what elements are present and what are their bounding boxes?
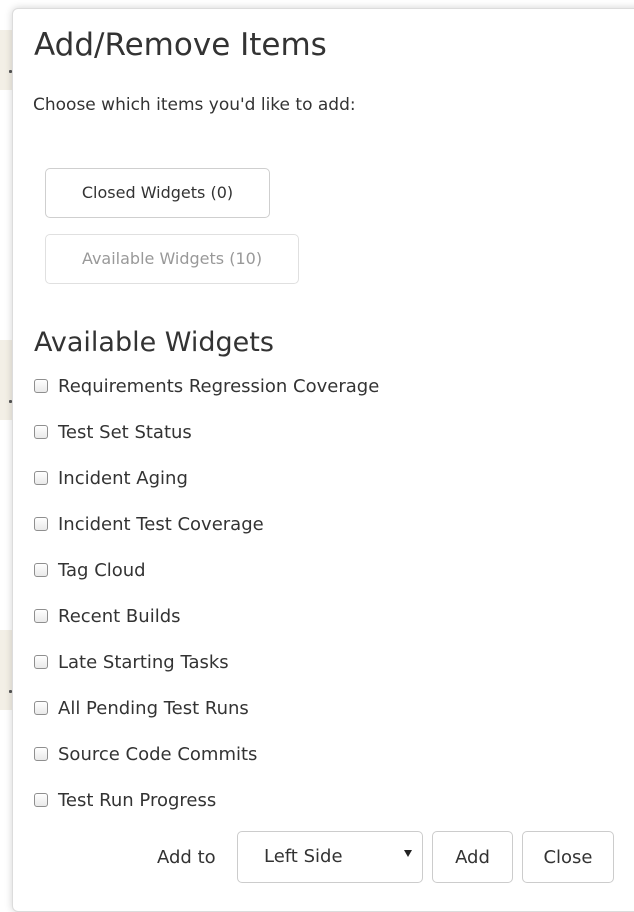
widget-label[interactable]: Incident Test Coverage bbox=[58, 514, 264, 535]
widget-item[interactable]: Requirements Regression Coverage bbox=[34, 373, 379, 399]
background-panel bbox=[0, 340, 12, 420]
widget-item[interactable]: Tag Cloud bbox=[34, 557, 146, 583]
widget-checkbox[interactable] bbox=[34, 425, 48, 439]
background-panel bbox=[0, 30, 12, 90]
add-position-select[interactable]: Left Side bbox=[237, 831, 423, 883]
caret-down-icon bbox=[404, 850, 412, 857]
widget-item[interactable]: Test Set Status bbox=[34, 419, 192, 445]
widget-checkbox[interactable] bbox=[34, 471, 48, 485]
add-to-label: Add to bbox=[157, 847, 216, 868]
widget-label[interactable]: Recent Builds bbox=[58, 606, 181, 627]
available-widgets-heading: Available Widgets bbox=[34, 327, 274, 358]
widget-item[interactable]: Incident Test Coverage bbox=[34, 511, 264, 537]
dialog-title: Add/Remove Items bbox=[34, 27, 327, 63]
widget-item[interactable]: Test Run Progress bbox=[34, 787, 216, 813]
widget-label[interactable]: All Pending Test Runs bbox=[58, 698, 249, 719]
closed-widgets-button[interactable]: Closed Widgets (0) bbox=[45, 168, 270, 218]
widget-item[interactable]: Incident Aging bbox=[34, 465, 188, 491]
widget-checkbox[interactable] bbox=[34, 747, 48, 761]
widget-checkbox[interactable] bbox=[34, 517, 48, 531]
widget-checkbox[interactable] bbox=[34, 793, 48, 807]
widget-checkbox[interactable] bbox=[34, 563, 48, 577]
add-position-value: Left Side bbox=[264, 846, 343, 867]
close-button[interactable]: Close bbox=[522, 831, 614, 883]
widget-item[interactable]: Source Code Commits bbox=[34, 741, 257, 767]
widget-label[interactable]: Requirements Regression Coverage bbox=[58, 376, 379, 397]
background-panel bbox=[0, 630, 12, 710]
available-widgets-button[interactable]: Available Widgets (10) bbox=[45, 234, 299, 284]
widget-label[interactable]: Late Starting Tasks bbox=[58, 652, 229, 673]
widget-label[interactable]: Tag Cloud bbox=[58, 560, 146, 581]
widget-checkbox[interactable] bbox=[34, 379, 48, 393]
widget-item[interactable]: Recent Builds bbox=[34, 603, 181, 629]
widget-label[interactable]: Source Code Commits bbox=[58, 744, 257, 765]
dialog-intro-text: Choose which items you'd like to add: bbox=[33, 95, 356, 115]
widget-item[interactable]: All Pending Test Runs bbox=[34, 695, 249, 721]
widget-label[interactable]: Test Set Status bbox=[58, 422, 192, 443]
widget-item[interactable]: Late Starting Tasks bbox=[34, 649, 229, 675]
widget-checkbox[interactable] bbox=[34, 655, 48, 669]
widget-label[interactable]: Incident Aging bbox=[58, 468, 188, 489]
add-remove-items-dialog: Add/Remove Items Choose which items you'… bbox=[12, 8, 634, 912]
add-button[interactable]: Add bbox=[432, 831, 513, 883]
widget-label[interactable]: Test Run Progress bbox=[58, 790, 216, 811]
widget-checkbox[interactable] bbox=[34, 609, 48, 623]
widget-checkbox[interactable] bbox=[34, 701, 48, 715]
